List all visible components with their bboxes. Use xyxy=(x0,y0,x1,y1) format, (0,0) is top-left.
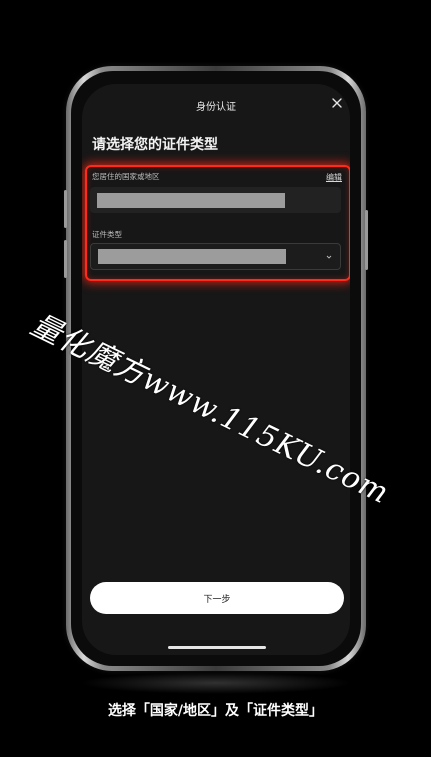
country-field[interactable] xyxy=(90,187,341,213)
edit-link[interactable]: 编辑 xyxy=(326,172,342,183)
country-label: 您居住的国家或地区 xyxy=(92,172,160,181)
page: 身份认证 请选择您的证件类型 您居住的国家或地区 编辑 证件类型 下一步 量化魔… xyxy=(0,0,431,757)
volume-button xyxy=(64,240,67,278)
doctype-label: 证件类型 xyxy=(92,230,122,239)
header-title: 身份认证 xyxy=(196,102,236,113)
next-button[interactable]: 下一步 xyxy=(90,582,344,614)
phone-shadow xyxy=(80,672,352,694)
redacted-value xyxy=(98,249,286,264)
doctype-select[interactable] xyxy=(90,243,341,270)
caption: 选择「国家/地区」及「证件类型」 xyxy=(107,703,324,719)
redacted-value xyxy=(97,193,285,208)
page-heading: 请选择您的证件类型 xyxy=(92,137,218,153)
home-indicator xyxy=(168,646,266,649)
power-button xyxy=(365,210,368,270)
chevron-down-icon xyxy=(326,255,332,259)
volume-button xyxy=(64,190,67,228)
close-icon[interactable] xyxy=(330,96,344,110)
